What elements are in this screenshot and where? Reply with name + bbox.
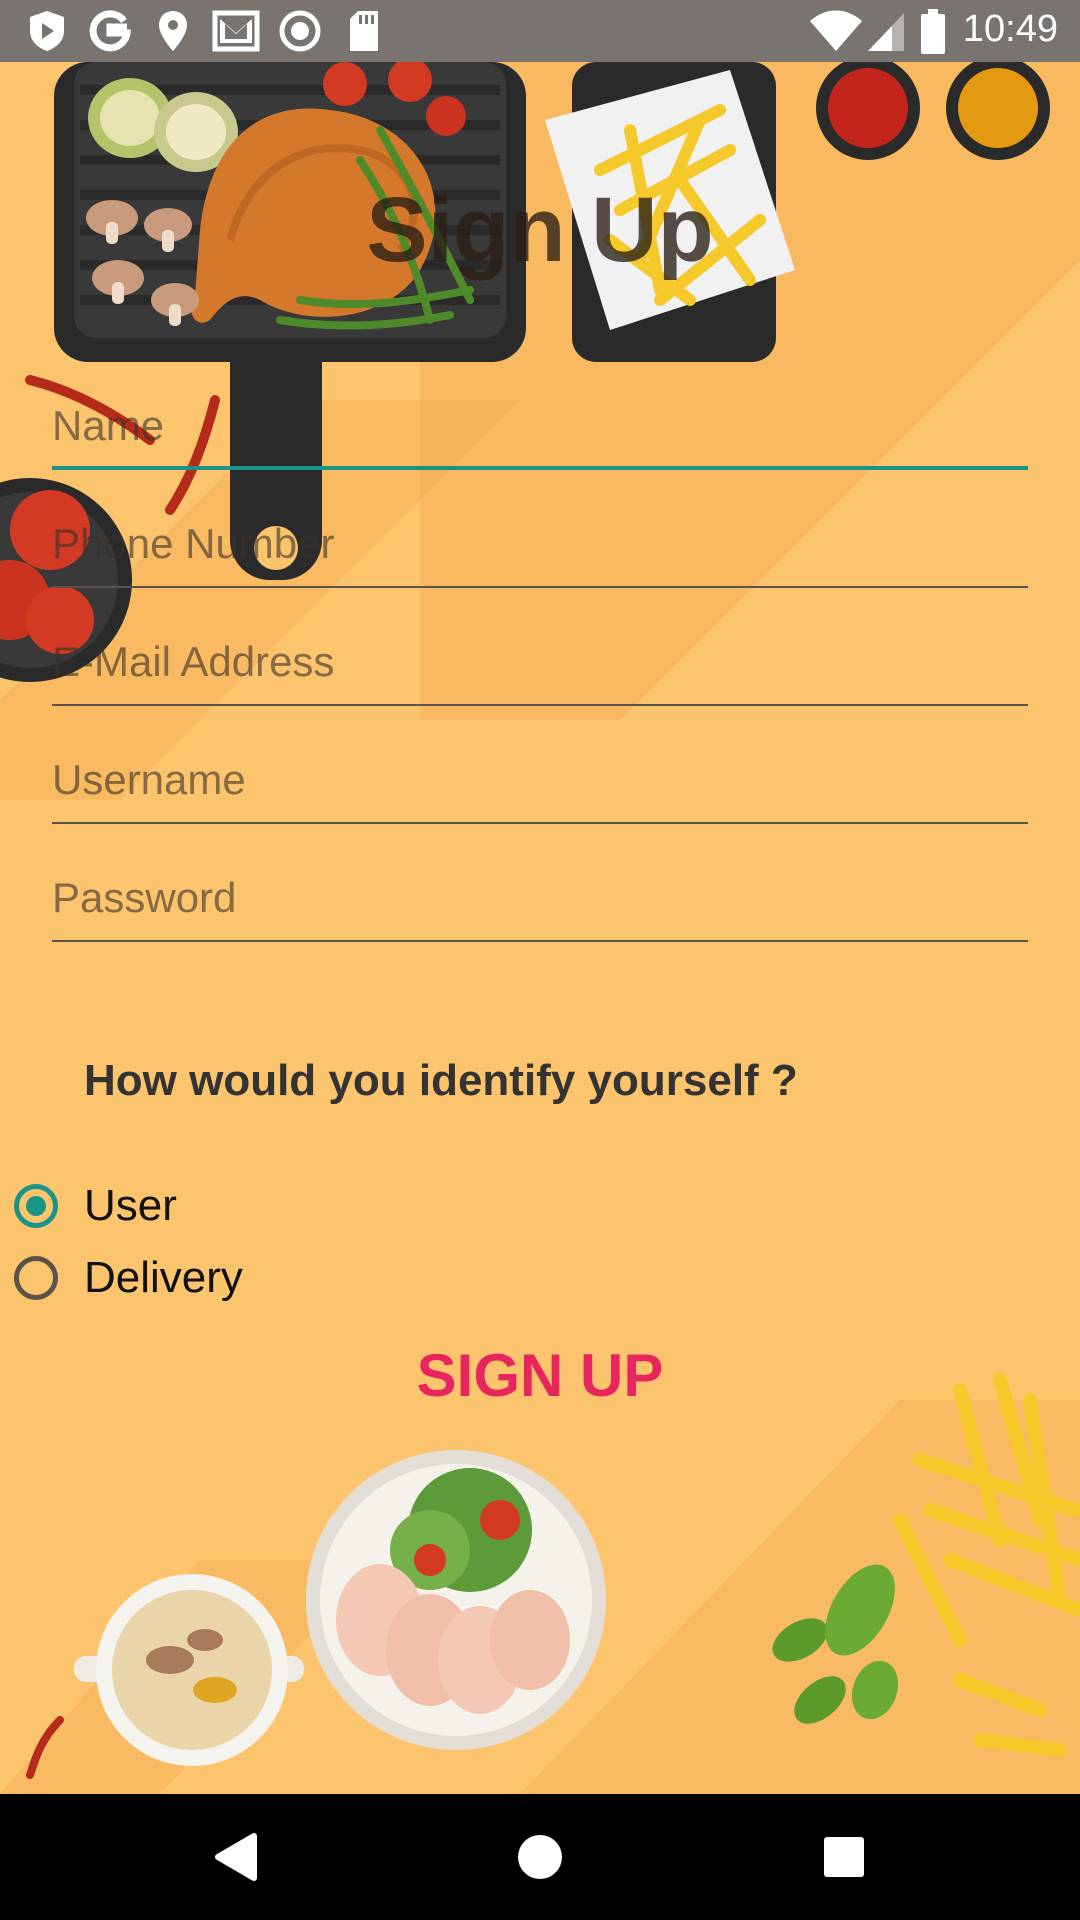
sign-up-button[interactable]: SIGN UP [340, 1335, 740, 1415]
record-icon [279, 10, 321, 52]
radio-option-delivery[interactable]: Delivery [14, 1246, 243, 1310]
home-icon [518, 1835, 562, 1879]
battery-icon [921, 9, 945, 54]
radio-button-user[interactable] [14, 1184, 58, 1228]
nav-back-button[interactable] [136, 1794, 336, 1920]
email-input-underline [52, 704, 1028, 706]
email-field-container [52, 626, 1028, 706]
shield-icon [30, 11, 64, 51]
phone-number-input-underline [52, 586, 1028, 588]
email-input[interactable] [52, 626, 1028, 702]
identity-question-label: How would you identify yourself ? [84, 1056, 798, 1105]
username-input[interactable] [52, 744, 1028, 820]
salad-plate-illustration [306, 1450, 606, 1750]
location-pin-icon [159, 11, 187, 51]
username-input-underline [52, 822, 1028, 824]
radio-label-user: User [84, 1181, 177, 1230]
wifi-icon [810, 10, 862, 51]
phone-number-input[interactable] [52, 508, 1028, 584]
phone-field-container [52, 508, 1028, 588]
name-field-container [52, 390, 1028, 470]
nav-recents-button[interactable] [744, 1794, 944, 1920]
navigation-bar [0, 1794, 1080, 1920]
signup-screen: 10:49 Sign Up Name Phone Number E-Mail A… [0, 0, 1080, 1920]
signal-icon [868, 13, 904, 51]
nav-home-button[interactable] [440, 1794, 640, 1920]
back-icon [215, 1833, 257, 1881]
google-icon [89, 10, 131, 52]
gmail-icon [212, 10, 260, 52]
password-field-container [52, 862, 1028, 942]
status-time: 10:49 [962, 8, 1058, 50]
password-input-underline [52, 940, 1028, 942]
username-field-container [52, 744, 1028, 824]
sd-card-icon [350, 11, 378, 51]
page-title: Sign Up [366, 179, 714, 281]
radio-option-user[interactable]: User [14, 1174, 177, 1238]
status-bar: 10:49 [0, 0, 1080, 62]
radio-button-delivery[interactable] [14, 1256, 58, 1300]
name-input-underline [52, 466, 1028, 470]
password-input[interactable] [52, 862, 1028, 938]
name-input[interactable] [52, 390, 1028, 466]
radio-label-delivery: Delivery [84, 1253, 243, 1302]
recents-icon [824, 1837, 864, 1877]
